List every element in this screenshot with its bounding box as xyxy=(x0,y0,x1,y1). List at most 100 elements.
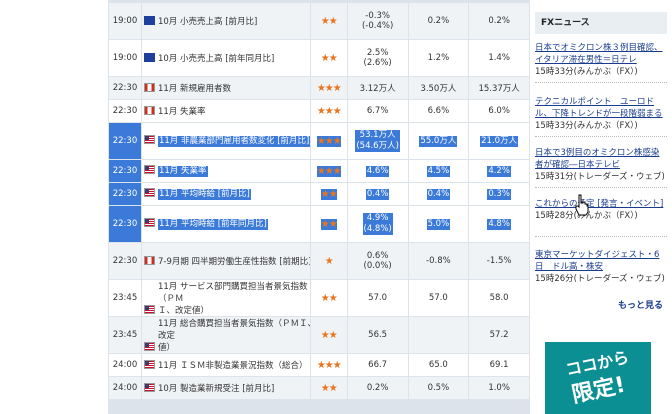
cell-text: 11月 総合購買担当者景気指数（ＰＭＩ、改定 値） xyxy=(157,319,310,353)
cell-text: 22:30 xyxy=(112,189,138,199)
cell-text: 0.6% (0.0%) xyxy=(363,251,392,271)
cell-text: 1.2% xyxy=(427,53,450,63)
promo-banner[interactable]: ココから 限定! xyxy=(545,342,651,414)
importance-stars-icon: ★★ xyxy=(320,52,338,64)
previous-cell: 3.12万人 xyxy=(347,77,408,99)
news-title[interactable]: テクニカルポイント ユーロドル、下降トレンドが一段階弱まる xyxy=(535,96,667,120)
indicator-cell: 10月 小売売上高 [前年同月比] xyxy=(141,40,310,76)
indicator-cell: 10月 小売売上高 [前月比] xyxy=(141,3,310,39)
canada-flag-icon xyxy=(143,106,155,115)
cell-text: 24:00 xyxy=(112,360,138,370)
cell-text: 57.0 xyxy=(428,293,448,303)
importance-stars-icon: ★★★ xyxy=(316,135,342,147)
cell-text: 11月 平均時給 [前年同月比] xyxy=(157,219,268,230)
cell-text: 3.50万人 xyxy=(420,84,457,94)
actual-cell: 57.2 xyxy=(469,317,529,353)
canada-flag-icon xyxy=(143,256,155,265)
indicator-cell: 11月 失業率 xyxy=(141,160,310,182)
importance-cell: ★★★ xyxy=(310,77,347,99)
cell-text: 4.5% xyxy=(426,165,451,177)
cell-text: 56.5 xyxy=(368,330,388,340)
cell-text: 15.37万人 xyxy=(478,84,520,94)
cell-text: 0.2% xyxy=(427,16,450,26)
forecast-cell: 6.6% xyxy=(408,100,469,122)
cell-text: -0.8% xyxy=(426,256,451,266)
cell-text: 22:30 xyxy=(112,219,138,229)
news-item[interactable]: 日本でオミクロン株３例目確認、イタリア滞在男性＝日テレ 15時33分(みんかぶ（… xyxy=(535,42,667,83)
news-item[interactable]: これからの予定 [発言・イベント] 15時28分(みんかぶ（FX）) xyxy=(535,198,667,237)
importance-cell: ★★ xyxy=(310,206,347,242)
cell-text: 0.3% xyxy=(487,188,511,200)
forecast-cell: -0.8% xyxy=(408,243,469,279)
importance-stars-icon: ★★ xyxy=(320,218,338,230)
cell-text: 10月 製造業新規受注 [前月比] xyxy=(157,384,275,394)
previous-cell: -0.3% (-0.4%) xyxy=(347,3,408,39)
importance-stars-icon: ★★ xyxy=(320,329,338,341)
cell-text: 10月 小売売上高 [前月比] xyxy=(157,17,258,27)
cell-text: -1.5% xyxy=(486,256,512,266)
calendar-row: 19:00 10月 小売売上高 [前月比] ★★ -0.3% (-0.4%) 0.2% 0… xyxy=(109,3,529,39)
cell-text: 11月 失業率 xyxy=(157,166,208,177)
news-title[interactable]: 東京マーケットダイジェスト・6日 ドル高・株安 xyxy=(535,249,667,273)
cell-text: 1.4% xyxy=(488,53,510,63)
cell-text: 3.12万人 xyxy=(359,84,396,94)
indicator-cell: 11月 新規雇用者数 xyxy=(141,77,310,99)
cell-text: 55.0万人 xyxy=(419,135,458,147)
indicator-cell: 11月 サービス部門購買担当者景気指数（ＰＭ Ｉ、改定値） xyxy=(141,280,310,316)
forecast-cell: 0.4% xyxy=(408,183,469,205)
forecast-cell: 4.5% xyxy=(408,160,469,182)
calendar-table: 19:00 10月 小売売上高 [前月比] ★★ -0.3% (-0.4%) 0.2% 0… xyxy=(108,2,530,400)
time-cell: 23:45 xyxy=(109,280,141,316)
news-title[interactable]: 日本で3例目のオミクロン株感染者が確認―日本テレビ xyxy=(535,147,667,171)
importance-stars-icon: ★★★ xyxy=(316,105,342,117)
indicator-cell: 11月 総合購買担当者景気指数（ＰＭＩ、改定 値） xyxy=(141,317,310,353)
news-item[interactable]: テクニカルポイント ユーロドル、下降トレンドが一段階弱まる 15時33分(みんか… xyxy=(535,96,667,137)
news-title[interactable]: 日本でオミクロン株３例目確認、イタリア滞在男性＝日テレ xyxy=(535,42,667,66)
previous-cell: 0.2% xyxy=(347,377,408,399)
importance-cell: ★★★ xyxy=(310,123,347,159)
importance-cell: ★★★ xyxy=(310,160,347,182)
cell-text: 5.0% xyxy=(426,218,451,230)
previous-cell: 2.5% (2.6%) xyxy=(347,40,408,76)
time-cell: 22:30 xyxy=(109,206,141,242)
us-flag-icon xyxy=(143,188,155,197)
calendar-row: 19:00 10月 小売売上高 [前年同月比] ★★ 2.5% (2.6%) 1.2% 1… xyxy=(109,40,529,76)
actual-cell: 21.0万人 xyxy=(469,123,529,159)
importance-cell: ★★★ xyxy=(310,100,347,122)
cell-text: 19:00 xyxy=(112,53,138,63)
cell-text: 21.0万人 xyxy=(480,135,519,147)
indicator-cell: 11月 ＩＳＭ非製造業景況指数（総合） xyxy=(141,354,310,376)
cell-text: 6.0% xyxy=(488,106,510,116)
cell-text: 2.5% (2.6%) xyxy=(363,48,392,68)
forecast-cell: 0.2% xyxy=(408,3,469,39)
cell-text: 66.7 xyxy=(368,360,388,370)
cell-text: 0.4% xyxy=(426,188,451,200)
previous-cell: 56.5 xyxy=(347,317,408,353)
cell-text: 10月 小売売上高 [前年同月比] xyxy=(157,54,275,64)
cell-text: 0.2% xyxy=(366,383,389,393)
more-news-link[interactable]: もっと見る xyxy=(535,298,663,311)
us-flag-icon xyxy=(143,360,155,369)
cell-text: 4.8% xyxy=(487,218,511,230)
calendar-row: 22:30 11月 失業率 ★★★ 6.7% 6.6% 6.0% xyxy=(109,100,529,122)
indicator-cell: 11月 平均時給 [前月比] xyxy=(141,183,310,205)
news-item[interactable]: 東京マーケットダイジェスト・6日 ドル高・株安 15時26分(トレーダーズ・ウェ… xyxy=(535,249,667,289)
actual-cell: 4.2% xyxy=(469,160,529,182)
cell-text: 19:00 xyxy=(112,16,138,26)
news-item[interactable]: 日本で3例目のオミクロン株感染者が確認―日本テレビ 15時31分(トレーダーズ・… xyxy=(535,147,667,188)
page-left-margin xyxy=(0,0,108,414)
importance-stars-icon: ★★ xyxy=(320,292,338,304)
cell-text: 69.1 xyxy=(489,360,509,370)
calendar-row: 22:30 11月 失業率 ★★★ 4.6% 4.5% 4.2% xyxy=(109,160,529,182)
previous-cell: 4.6% xyxy=(347,160,408,182)
cell-text: 11月 失業率 xyxy=(157,107,206,117)
news-title[interactable]: これからの予定 [発言・イベント] xyxy=(535,198,667,210)
importance-cell: ★★★ xyxy=(310,354,347,376)
economic-calendar-table: 19:00 10月 小売売上高 [前月比] ★★ -0.3% (-0.4%) 0.2% 0… xyxy=(108,0,530,414)
news-meta: 15時31分(トレーダーズ・ウェブ) xyxy=(535,172,665,182)
calendar-row: 24:00 11月 ＩＳＭ非製造業景況指数（総合） ★★★ 66.7 65.0 69.1 xyxy=(109,354,529,376)
time-cell: 22:30 xyxy=(109,183,141,205)
calendar-row: 22:30 11月 新規雇用者数 ★★★ 3.12万人 3.50万人 15.37万人 xyxy=(109,77,529,99)
indicator-cell: 11月 平均時給 [前年同月比] xyxy=(141,206,310,242)
time-cell: 22:30 xyxy=(109,243,141,279)
